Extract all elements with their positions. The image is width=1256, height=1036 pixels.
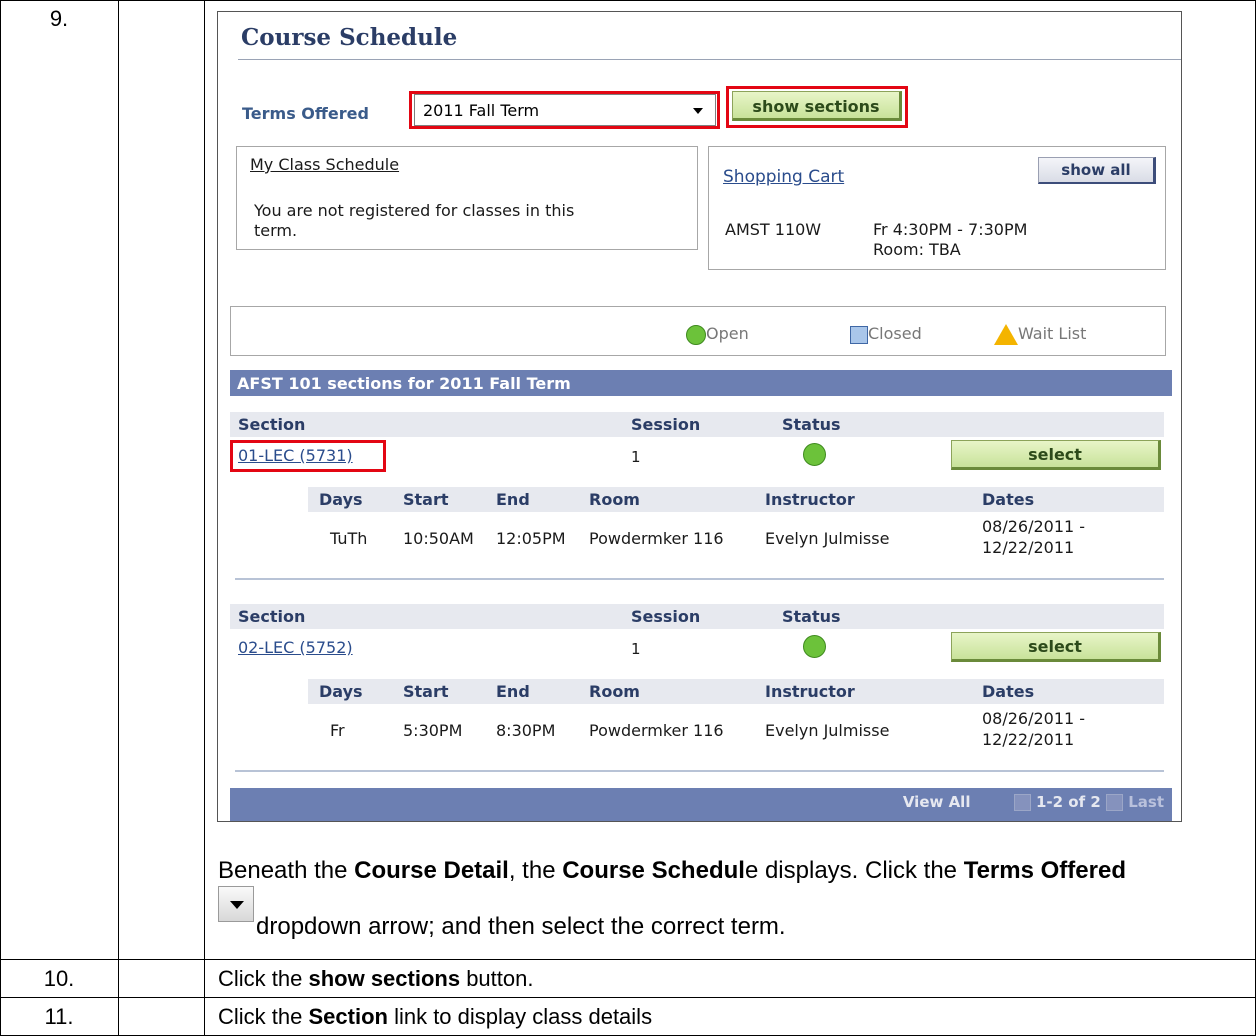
section-link[interactable]: 01-LEC (5731) (238, 446, 353, 465)
cart-room: Room: TBA (873, 240, 961, 259)
section-header-row: Section Session Status (230, 604, 1164, 629)
step-11-text: Click the Section link to display class … (218, 1004, 653, 1029)
section-header-row: Section Session Status (230, 412, 1164, 437)
step-number: 10. (43, 966, 75, 991)
step-10-text: Click the show sections button. (218, 966, 534, 991)
table-row-divider (0, 997, 1256, 998)
closed-status-icon (850, 325, 868, 344)
my-class-schedule-panel: My Class Schedule You are not registered… (236, 146, 698, 250)
meeting-room: Powdermker 116 (589, 529, 724, 548)
shopping-cart-link[interactable]: Shopping Cart (723, 167, 844, 187)
meeting-days: TuTh (330, 529, 368, 548)
title-divider (238, 59, 1181, 60)
table-row-divider (0, 959, 1256, 960)
legend-closed: Closed (850, 324, 922, 344)
open-status-icon (803, 443, 826, 466)
last-link[interactable]: Last (1128, 793, 1164, 811)
terms-offered-label: Terms Offered (242, 104, 369, 123)
show-all-button[interactable]: show all (1038, 157, 1156, 184)
legend-wait-list: Wait List (994, 324, 1086, 345)
meeting-dates-line2: 12/22/2011 (982, 538, 1075, 557)
meeting-dates: 08/26/2011 - (982, 517, 1086, 536)
meeting-instructor: Evelyn Julmisse (765, 721, 890, 740)
section-session: 1 (631, 448, 641, 466)
meeting-header-row: Days Start End Room Instructor Dates (308, 487, 1164, 512)
table-border-left (0, 0, 1, 1036)
meeting-header-row: Days Start End Room Instructor Dates (308, 679, 1164, 704)
step-number: 9. (49, 6, 69, 31)
legend-open: Open (686, 324, 749, 345)
meeting-start: 5:30PM (403, 721, 463, 740)
step-9-text-line2: dropdown arrow; and then select the corr… (218, 886, 786, 940)
terms-offered-select[interactable]: 2011 Fall Term (414, 94, 716, 126)
view-all-link[interactable]: View All (903, 793, 971, 811)
cart-course: AMST 110W (725, 220, 822, 239)
pager-band: View All 1-2 of 2 Last (230, 788, 1172, 821)
open-status-icon (686, 324, 706, 345)
section-session: 1 (631, 640, 641, 658)
dropdown-arrow-icon (218, 886, 254, 922)
section-link[interactable]: 02-LEC (5752) (238, 638, 353, 657)
show-sections-button[interactable]: show sections (732, 91, 902, 121)
wait-list-icon (994, 324, 1018, 345)
page-title: Course Schedule (241, 24, 458, 51)
meeting-instructor: Evelyn Julmisse (765, 529, 890, 548)
next-page-icon[interactable] (1105, 794, 1123, 811)
not-registered-message: You are not registered for classes in th… (254, 201, 575, 220)
meeting-days: Fr (330, 721, 345, 740)
page-range: 1-2 of 2 (1035, 793, 1101, 811)
meeting-dates-line2: 12/22/2011 (982, 730, 1075, 749)
chevron-down-icon[interactable] (693, 108, 703, 114)
meeting-dates: 08/26/2011 - (982, 709, 1086, 728)
meeting-room: Powdermker 116 (589, 721, 724, 740)
step-number: 11. (44, 1004, 74, 1029)
table-divider (204, 0, 205, 1036)
table-divider (118, 0, 119, 1036)
pager: View All 1-2 of 2 Last (903, 793, 1164, 811)
meeting-end: 12:05PM (496, 529, 566, 548)
table-border-top (0, 0, 1256, 1)
select-button[interactable]: select (951, 440, 1161, 470)
my-class-schedule-link[interactable]: My Class Schedule (250, 155, 399, 174)
meeting-end: 8:30PM (496, 721, 556, 740)
first-page-icon[interactable] (1013, 794, 1031, 811)
shopping-cart-panel: Shopping Cart show all AMST 110W Fr 4:30… (708, 146, 1166, 270)
sections-header: AFST 101 sections for 2011 Fall Term (230, 370, 1172, 396)
course-schedule-screenshot: Course Schedule Terms Offered 2011 Fall … (217, 11, 1182, 822)
selected-term: 2011 Fall Term (423, 101, 540, 120)
meeting-start: 10:50AM (403, 529, 474, 548)
not-registered-message-line2: term. (254, 221, 298, 240)
open-status-icon (803, 635, 826, 658)
cart-time: Fr 4:30PM - 7:30PM (873, 220, 1028, 239)
section-separator (235, 578, 1164, 580)
section-separator (235, 770, 1164, 772)
step-9-text: Beneath the Course Detail, the Course Sc… (218, 857, 1126, 884)
select-button[interactable]: select (951, 632, 1161, 662)
